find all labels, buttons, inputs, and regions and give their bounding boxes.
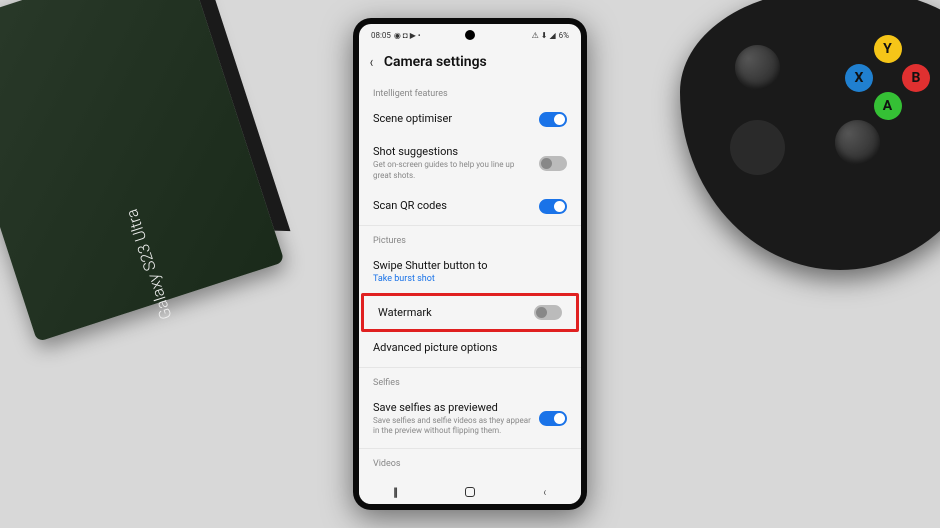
status-battery-percent: 6%: [559, 31, 569, 40]
controller-dpad: [730, 120, 785, 175]
box-side: [188, 0, 290, 231]
divider: [359, 367, 581, 368]
scene-optimiser-toggle[interactable]: [539, 112, 567, 127]
section-intelligent-features: Intelligent features: [359, 81, 581, 103]
divider: [359, 448, 581, 449]
settings-list[interactable]: Intelligent features Scene optimiser Sho…: [359, 81, 581, 504]
controller-face-buttons: Y B A X: [845, 35, 930, 120]
controller-y-button: Y: [874, 35, 902, 63]
setting-subtitle: Get on-screen guides to help you line up…: [373, 160, 531, 181]
controller-x-button: X: [845, 64, 873, 92]
section-videos: Videos: [359, 451, 581, 473]
status-time: 08:05: [371, 31, 391, 40]
setting-advanced-picture[interactable]: Advanced picture options: [359, 332, 581, 364]
game-controller: Y B A X: [680, 0, 940, 270]
setting-title: Scan QR codes: [373, 199, 531, 213]
setting-title: Shot suggestions: [373, 145, 531, 159]
nav-home-button[interactable]: [465, 487, 475, 497]
setting-title: Swipe Shutter button to: [373, 259, 559, 273]
save-selfies-toggle[interactable]: [539, 411, 567, 426]
status-right: ⚠ ⬇ ◢ 6%: [532, 31, 569, 40]
controller-right-stick: [835, 120, 880, 165]
section-pictures: Pictures: [359, 228, 581, 250]
scan-qr-toggle[interactable]: [539, 199, 567, 214]
product-box: Galaxy S23 Ultra: [0, 0, 285, 342]
status-system-icons: ⚠ ⬇ ◢: [532, 31, 556, 40]
controller-left-stick: [735, 45, 780, 90]
setting-watermark[interactable]: Watermark: [364, 296, 576, 329]
phone-device: 08:05 ◉ ◘ ▶ • ⚠ ⬇ ◢ 6% ‹ Camera settings…: [353, 18, 587, 510]
setting-scene-optimiser[interactable]: Scene optimiser: [359, 103, 581, 136]
section-selfies: Selfies: [359, 370, 581, 392]
controller-a-button: A: [874, 92, 902, 120]
page-title: Camera settings: [384, 54, 487, 70]
phone-screen: 08:05 ◉ ◘ ▶ • ⚠ ⬇ ◢ 6% ‹ Camera settings…: [359, 24, 581, 504]
setting-subtitle: Save selfies and selfie videos as they a…: [373, 416, 531, 437]
box-label: Galaxy S23 Ultra: [122, 207, 176, 322]
back-button[interactable]: ‹: [370, 52, 373, 71]
nav-back-button[interactable]: ‹: [544, 485, 547, 499]
divider: [359, 225, 581, 226]
setting-shot-suggestions[interactable]: Shot suggestions Get on-screen guides to…: [359, 136, 581, 190]
shot-suggestions-toggle[interactable]: [539, 156, 567, 171]
setting-scan-qr[interactable]: Scan QR codes: [359, 190, 581, 223]
page-header: ‹ Camera settings: [359, 44, 581, 81]
setting-title: Advanced picture options: [373, 341, 559, 355]
setting-value-link: Take burst shot: [373, 274, 559, 284]
setting-swipe-shutter[interactable]: Swipe Shutter button to Take burst shot: [359, 250, 581, 293]
status-left: 08:05 ◉ ◘ ▶ •: [371, 31, 421, 40]
watermark-toggle[interactable]: [534, 305, 562, 320]
setting-title: Scene optimiser: [373, 112, 531, 126]
status-notification-icons: ◉ ◘ ▶ •: [394, 31, 421, 40]
navigation-bar: ||| ‹: [359, 480, 581, 504]
controller-b-button: B: [902, 64, 930, 92]
highlight-annotation: Watermark: [361, 293, 579, 332]
setting-title: Watermark: [378, 306, 526, 320]
nav-recent-button[interactable]: |||: [393, 485, 396, 499]
setting-save-selfies[interactable]: Save selfies as previewed Save selfies a…: [359, 392, 581, 446]
camera-punch-hole: [465, 30, 475, 40]
setting-title: Save selfies as previewed: [373, 401, 531, 415]
